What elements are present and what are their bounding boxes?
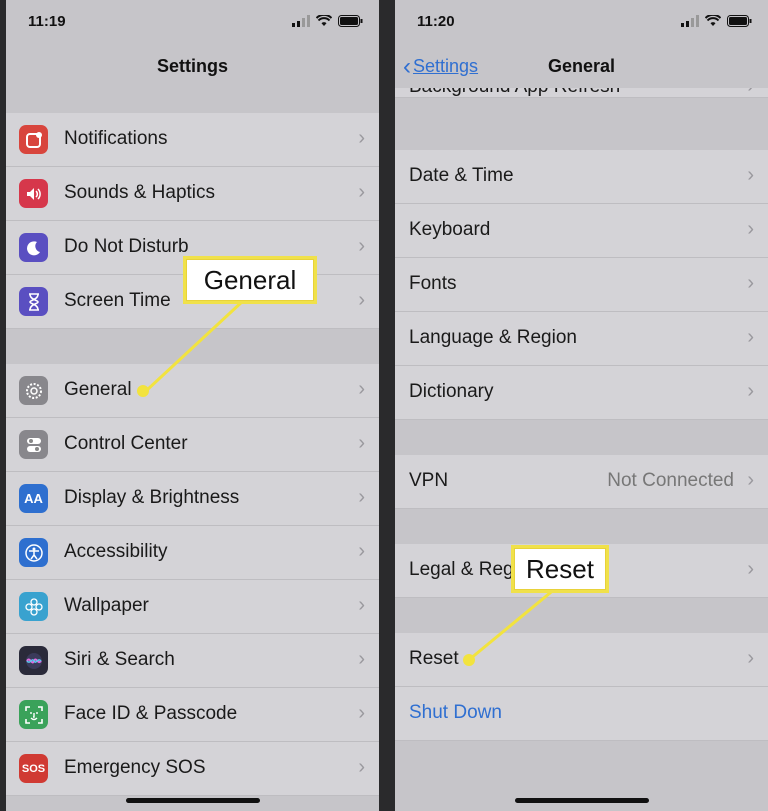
reset-callout: Reset bbox=[511, 545, 609, 593]
general-pointer-dot bbox=[137, 385, 149, 397]
reset-callout-line bbox=[469, 586, 557, 661]
callout-lines bbox=[145, 298, 557, 661]
general-callout-line bbox=[145, 298, 246, 392]
general-callout: General bbox=[183, 256, 317, 304]
reset-pointer-dot bbox=[463, 654, 475, 666]
